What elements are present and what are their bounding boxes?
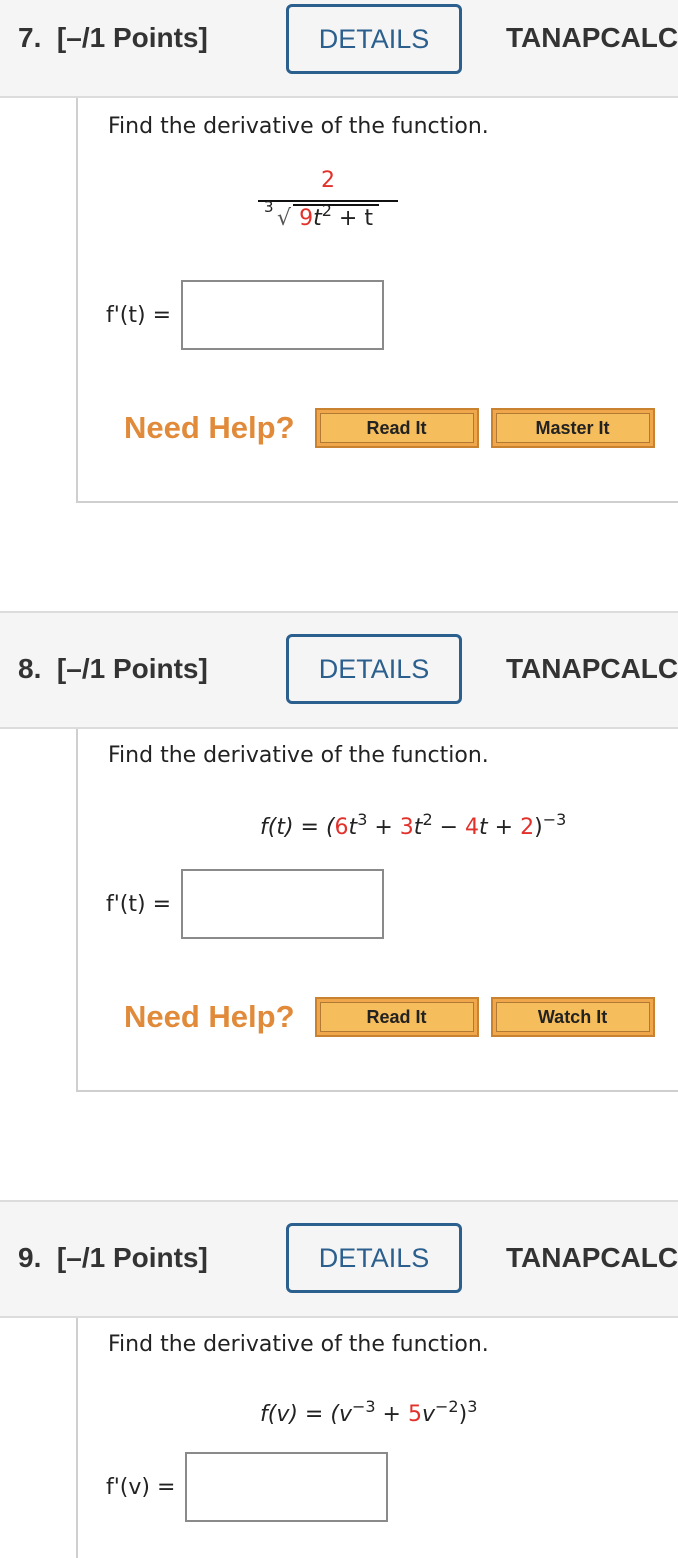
read-it-button[interactable]: Read It xyxy=(314,408,479,448)
radicand: 9t2 + t xyxy=(293,203,379,231)
function-expression: 2 3 √ 9t2 + t xyxy=(258,168,398,231)
answer-row: f'(v) = xyxy=(106,1452,389,1522)
question-header: 9. [–/1 Points] DETAILS TANAPCALC xyxy=(0,1200,678,1318)
master-it-button[interactable]: Master It xyxy=(490,408,655,448)
question-prompt: Find the derivative of the function. xyxy=(108,743,489,768)
details-button[interactable]: DETAILS xyxy=(286,1223,462,1293)
read-it-button[interactable]: Read It xyxy=(314,997,479,1037)
question-body: Find the derivative of the function. xyxy=(76,1318,678,1558)
answer-input[interactable] xyxy=(181,869,385,939)
fraction-numerator: 2 xyxy=(321,168,335,193)
answer-label: f'(t) = xyxy=(106,302,172,328)
question-prompt: Find the derivative of the function. xyxy=(108,114,489,139)
radical-sign-icon: √ xyxy=(277,206,292,231)
cube-root: 3 √ 9t2 + t xyxy=(258,198,398,231)
watch-it-button[interactable]: Watch It xyxy=(490,997,655,1037)
details-button[interactable]: DETAILS xyxy=(286,634,462,704)
question-number-points: 7. [–/1 Points] xyxy=(18,22,208,53)
need-help-label: Need Help? xyxy=(124,410,295,445)
course-code: TANAPCALC xyxy=(506,22,678,53)
root-index: 3 xyxy=(264,198,274,216)
answer-input[interactable] xyxy=(185,1452,389,1522)
need-help-label: Need Help? xyxy=(124,999,295,1034)
function-expression: f(t) = (6t3 + 3t2 − 4t + 2)−3 xyxy=(260,810,567,841)
answer-label: f'(v) = xyxy=(106,1474,176,1500)
answer-row: f'(t) = xyxy=(106,280,385,350)
answer-row: f'(t) = xyxy=(106,869,385,939)
help-section: Need Help? Read It Watch It xyxy=(124,997,667,1037)
course-code: TANAPCALC xyxy=(506,653,678,684)
answer-input[interactable] xyxy=(181,280,385,350)
details-button[interactable]: DETAILS xyxy=(286,4,462,74)
question-number-points: 9. [–/1 Points] xyxy=(18,1242,208,1273)
question-header: 8. [–/1 Points] DETAILS TANAPCALC xyxy=(0,611,678,729)
question-prompt: Find the derivative of the function. xyxy=(108,1332,489,1357)
function-expression: f(v) = (v−3 + 5v−2)3 xyxy=(260,1397,478,1428)
question-header: 7. [–/1 Points] DETAILS TANAPCALC xyxy=(0,0,678,98)
question-number-points: 8. [–/1 Points] xyxy=(18,653,208,684)
course-code: TANAPCALC xyxy=(506,1242,678,1273)
help-section: Need Help? Read It Master It xyxy=(124,408,667,448)
answer-label: f'(t) = xyxy=(106,891,172,917)
